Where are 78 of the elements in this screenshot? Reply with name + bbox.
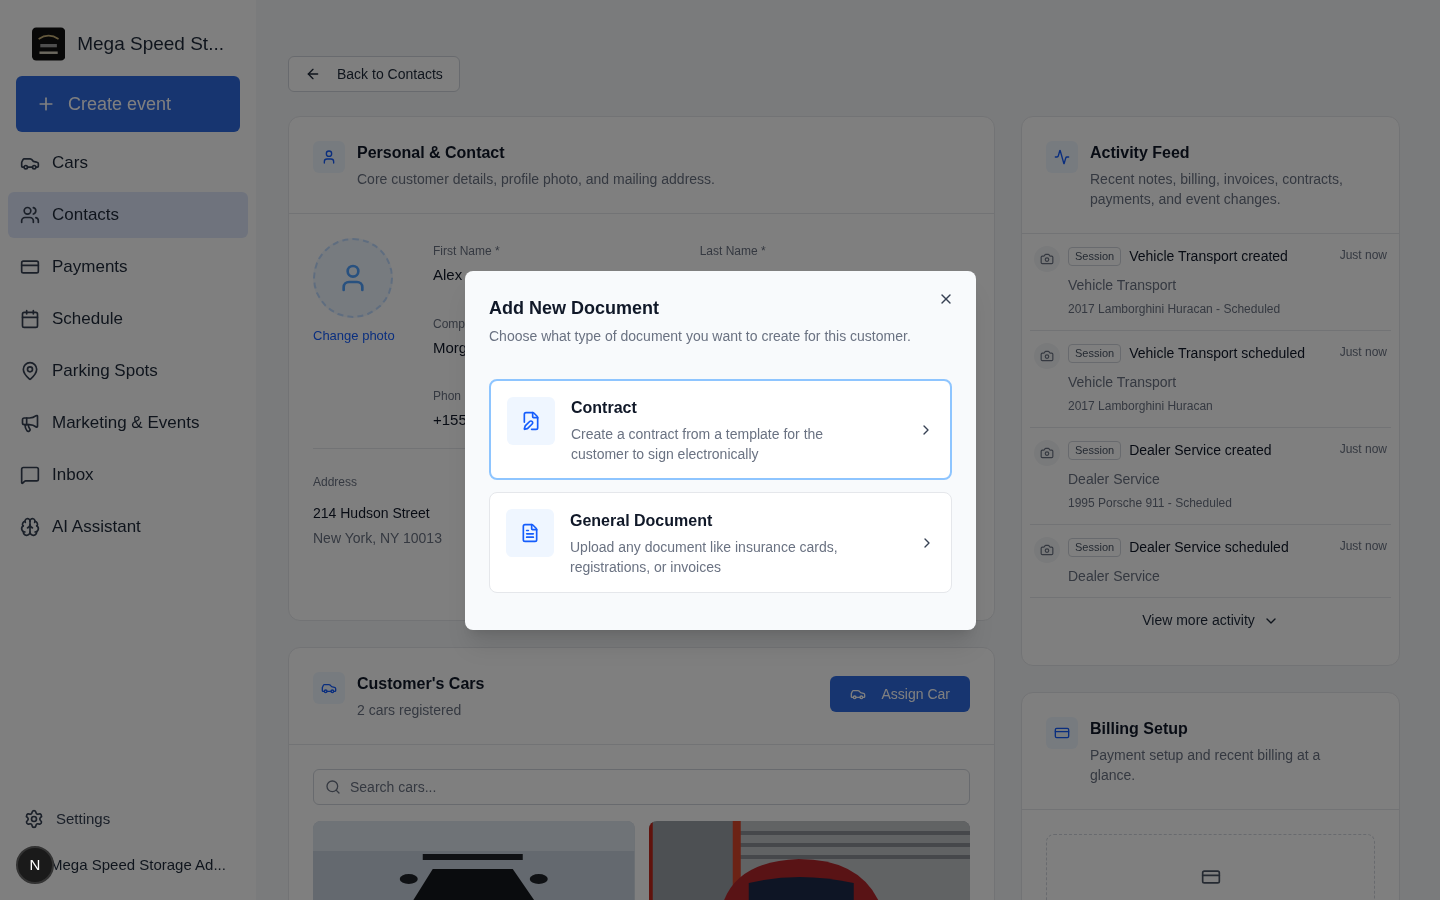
option-title: General Document	[570, 510, 714, 531]
activity-time: Just now	[1339, 344, 1387, 361]
activity-time: Just now	[1339, 247, 1387, 264]
assign-car-button[interactable]: Assign Car	[829, 676, 970, 712]
nav-item[interactable]: Parking Spots	[8, 348, 248, 394]
field-value: Alex	[433, 265, 464, 285]
nav-item[interactable]: Inbox	[8, 452, 248, 498]
field-label: Phon	[433, 388, 463, 405]
activity-title: Vehicle Transport scheduled	[1129, 344, 1307, 363]
brand-name: Mega Speed St...	[77, 31, 224, 56]
option-description: Create a contract from a template for the customer to sign electronically	[571, 424, 825, 464]
card-title: Activity Feed	[1090, 143, 1191, 163]
activity-title: Vehicle Transport created	[1129, 247, 1289, 266]
address-line: New York, NY 10013	[313, 528, 442, 548]
create-event-button[interactable]: Create event	[16, 76, 240, 132]
address-line: 214 Hudson Street	[313, 503, 430, 523]
type-badge: Session	[1068, 247, 1122, 266]
modal-subtitle: Choose what type of document you want to create for this customer.	[489, 327, 912, 346]
user-avatar[interactable]: N	[16, 846, 54, 884]
activity-subtitle: Vehicle Transport	[1068, 373, 1178, 392]
option-title: Contract	[571, 397, 638, 418]
message-icon	[20, 465, 40, 485]
change-photo-link[interactable]: Change photo	[313, 326, 395, 346]
activity-time: Just now	[1339, 538, 1387, 555]
type-badge: Session	[1068, 538, 1122, 557]
card-subtitle: Payment setup and recent billing at a glance.	[1090, 746, 1322, 785]
search-icon	[325, 779, 341, 795]
card-title: Customer's Cars	[357, 674, 486, 694]
field-label: Comp	[433, 315, 466, 333]
card-subtitle: Core customer details, profile photo, and mailing address.	[357, 170, 716, 189]
type-badge: Session	[1068, 344, 1122, 363]
activity-detail: 1995 Porsche 911 - Scheduled	[1068, 495, 1233, 512]
field-label: First Name *	[433, 243, 500, 260]
file-pen-icon	[521, 411, 541, 431]
pin-icon	[20, 361, 40, 381]
activity-time: Just now	[1339, 441, 1387, 458]
nav-item[interactable]: Cars	[8, 140, 248, 186]
document-option[interactable]: Contract Create a contract from a template for the customer to sign electronically	[489, 379, 952, 480]
back-button[interactable]: Back to Contacts	[288, 56, 460, 92]
megaphone-icon	[20, 413, 40, 433]
arrow-left-icon	[305, 66, 321, 82]
view-more-button[interactable]: View more activity	[1030, 597, 1391, 643]
brand-logo	[32, 24, 66, 64]
activity-title: Dealer Service scheduled	[1129, 538, 1290, 557]
card-title: Personal & Contact	[357, 143, 506, 163]
address-label: Address	[313, 473, 359, 491]
camera-icon	[1040, 349, 1054, 363]
nav-item[interactable]: Schedule	[8, 296, 248, 342]
modal-title: Add New Document	[489, 297, 659, 320]
activity-subtitle: Dealer Service	[1068, 567, 1161, 586]
camera-icon	[1040, 446, 1054, 460]
nav-item[interactable]: Marketing & Events	[8, 400, 248, 446]
users-icon	[20, 205, 40, 225]
nav-item[interactable]: Payments	[8, 244, 248, 290]
activity-detail: 2017 Lamborghini Huracan - Scheduled	[1068, 301, 1282, 318]
activity-subtitle: Dealer Service	[1068, 470, 1161, 489]
card-title: Billing Setup	[1090, 719, 1189, 739]
field-label: Last Name *	[699, 243, 766, 260]
card-subtitle: Recent notes, billing, invoices, contracts, payments, and event changes.	[1090, 170, 1344, 209]
document-option[interactable]: General Document Upload any document like insurance cards, registrations, or invoices	[489, 492, 952, 593]
activity-detail: 2017 Lamborghini Huracan	[1068, 398, 1214, 415]
option-description: Upload any document like insurance cards, registrations, or invoices	[570, 537, 839, 577]
card-icon	[1200, 867, 1221, 887]
card-icon	[20, 257, 40, 277]
calendar-icon	[20, 309, 40, 329]
camera-icon	[1040, 543, 1054, 557]
activity-title: Dealer Service created	[1129, 441, 1273, 460]
settings-link[interactable]: Settings	[8, 807, 248, 830]
activity-subtitle: Vehicle Transport	[1068, 276, 1178, 295]
type-badge: Session	[1068, 441, 1122, 460]
brain-icon	[20, 517, 40, 537]
card-subtitle: 2 cars registered	[357, 701, 463, 720]
search-field[interactable]: Search cars...	[313, 769, 970, 805]
file-text-icon	[520, 523, 540, 543]
settings-icon	[24, 808, 44, 829]
nav-item[interactable]: AI Assistant	[8, 504, 248, 550]
camera-icon	[1040, 252, 1054, 266]
nav-item[interactable]: Contacts	[8, 192, 248, 238]
